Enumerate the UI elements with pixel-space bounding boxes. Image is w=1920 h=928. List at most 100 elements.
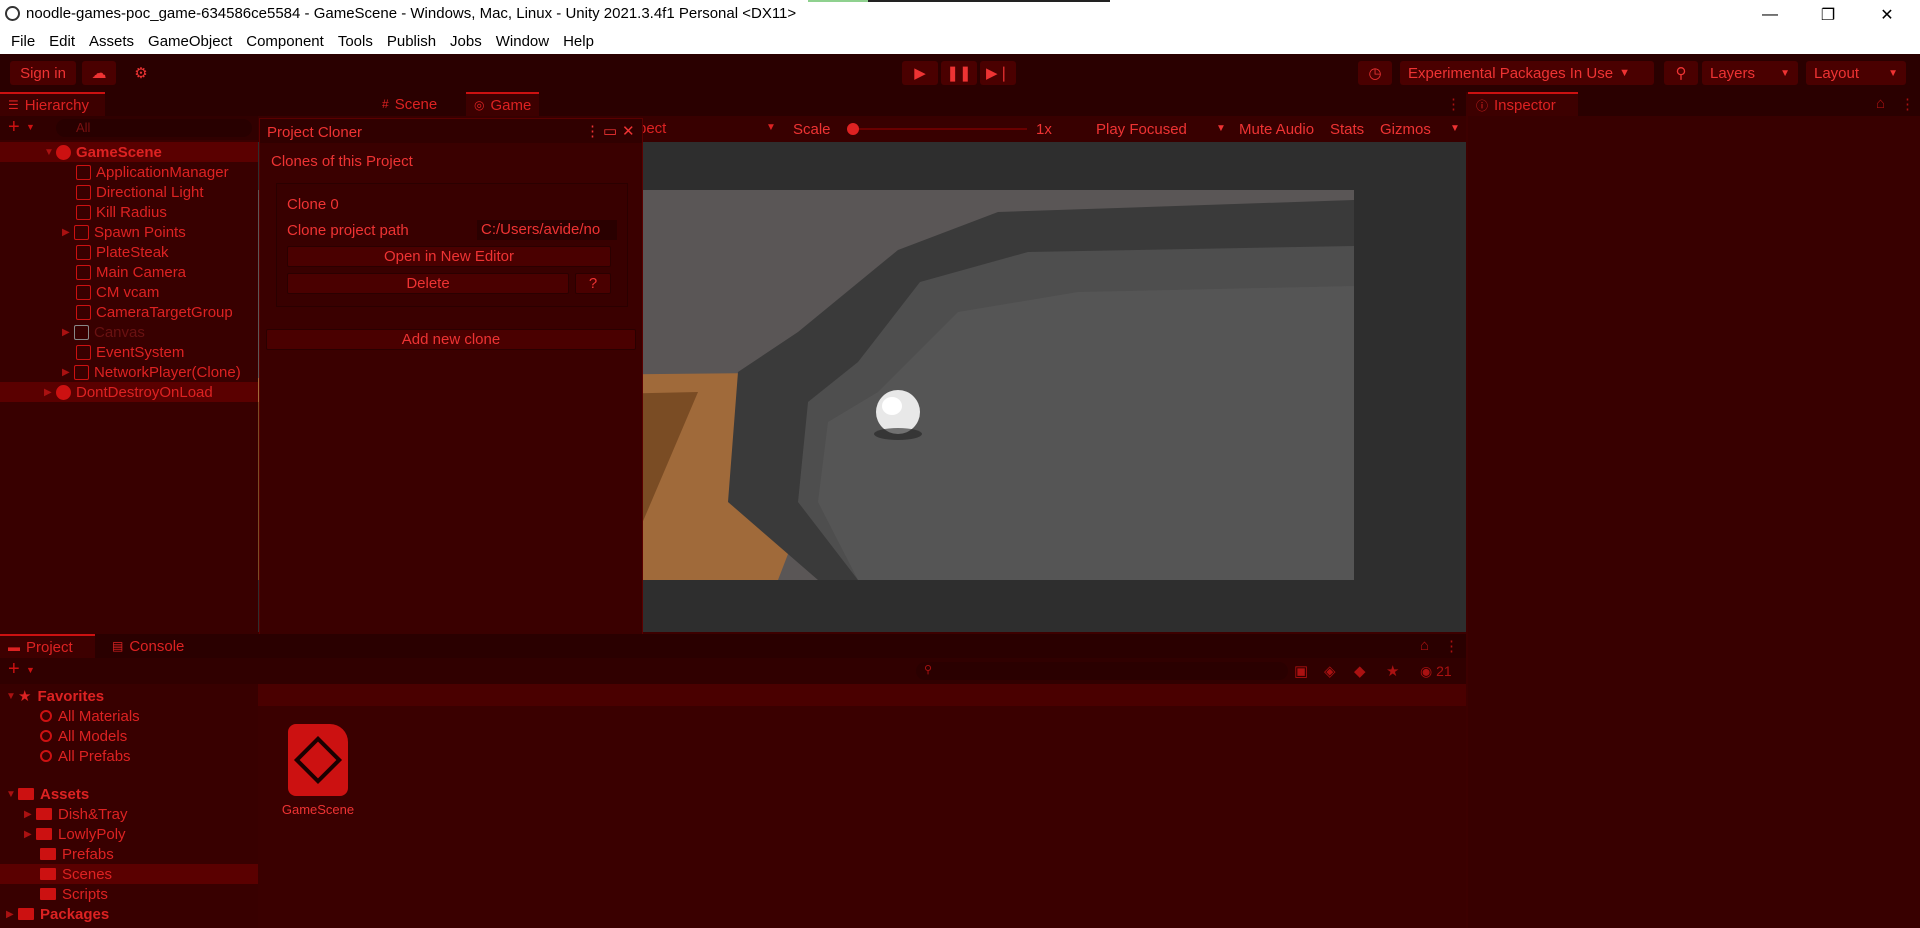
asset-tile-gamescene[interactable]: GameScene bbox=[280, 724, 356, 824]
menu-file[interactable]: File bbox=[4, 33, 42, 50]
tab-project[interactable]: ▬ Project bbox=[0, 634, 95, 658]
hierarchy-item[interactable]: EventSystem bbox=[0, 342, 184, 362]
add-icon[interactable]: + bbox=[8, 116, 20, 139]
pause-button[interactable]: ❚❚ bbox=[941, 61, 977, 85]
hierarchy-item[interactable]: PlateSteak bbox=[0, 242, 169, 262]
scale-slider[interactable] bbox=[847, 123, 1027, 135]
layout-dropdown[interactable]: Layout ▼ bbox=[1806, 61, 1906, 85]
expand-arrow-icon[interactable]: ▶ bbox=[24, 809, 36, 820]
hierarchy-item[interactable]: CM vcam bbox=[0, 282, 159, 302]
aspect-dropdown[interactable]: pect ▼ bbox=[638, 120, 778, 138]
expand-arrow-icon[interactable]: ▼ bbox=[6, 691, 18, 702]
expand-arrow-icon[interactable]: ▶ bbox=[24, 829, 36, 840]
hierarchy-item[interactable]: Kill Radius bbox=[0, 202, 167, 222]
asset-folder-item[interactable]: ▶ Dish&Tray bbox=[24, 804, 127, 824]
favorite-item[interactable]: All Prefabs bbox=[40, 746, 131, 766]
menu-window[interactable]: Window bbox=[489, 33, 556, 50]
sign-in-button[interactable]: Sign in bbox=[10, 61, 76, 85]
open-in-new-editor-button[interactable]: Open in New Editor bbox=[287, 246, 611, 267]
hierarchy-item[interactable]: Main Camera bbox=[0, 262, 186, 282]
add-icon[interactable]: + bbox=[8, 658, 20, 681]
favorite-item[interactable]: All Models bbox=[40, 726, 127, 746]
assets-item[interactable]: ▼ Assets bbox=[6, 784, 89, 804]
expand-arrow-icon[interactable]: ▶ bbox=[62, 327, 74, 338]
menu-component[interactable]: Component bbox=[239, 33, 331, 50]
close-window-button[interactable]: ✕ bbox=[1864, 0, 1910, 29]
tab-hierarchy[interactable]: ☰ Hierarchy bbox=[0, 92, 105, 116]
close-icon[interactable]: ✕ bbox=[622, 122, 635, 140]
expand-arrow-icon[interactable]: ▶ bbox=[44, 387, 56, 398]
slider-thumb[interactable] bbox=[847, 123, 859, 135]
more-options-icon[interactable]: ⋮ bbox=[1900, 95, 1915, 113]
clone-path-field[interactable]: C:/Users/avide/no bbox=[477, 220, 617, 240]
delete-clone-button[interactable]: Delete bbox=[287, 273, 569, 294]
hierarchy-item[interactable]: CameraTargetGroup bbox=[0, 302, 233, 322]
cloud-button[interactable]: ☁ bbox=[82, 61, 116, 85]
hierarchy-search-input[interactable]: All bbox=[56, 119, 252, 137]
stats-toggle[interactable]: Stats bbox=[1330, 121, 1364, 138]
expand-arrow-icon[interactable]: ▶ bbox=[62, 227, 74, 238]
filter-type-icon[interactable]: ▣ bbox=[1294, 662, 1308, 680]
maximize-button[interactable]: ❐ bbox=[1805, 0, 1851, 29]
star-icon[interactable]: ★ bbox=[1386, 662, 1399, 680]
project-search-input[interactable]: ⚲ bbox=[916, 662, 1288, 680]
packages-item[interactable]: ▶ Packages bbox=[6, 904, 109, 924]
lock-icon[interactable]: ⌂ bbox=[1876, 95, 1885, 112]
asset-folder-item[interactable]: Scripts bbox=[40, 884, 108, 904]
menu-publish[interactable]: Publish bbox=[380, 33, 443, 50]
filter-label-icon[interactable]: ◈ bbox=[1324, 662, 1336, 680]
hierarchy-panel: ☰ Hierarchy 🔒︎ ⋮ + ▼ All ▼ GameScene Appl… bbox=[0, 92, 355, 640]
project-cloner-titlebar[interactable]: Project Cloner ⋮ ▭ ✕ bbox=[260, 119, 642, 143]
menu-jobs[interactable]: Jobs bbox=[443, 33, 489, 50]
add-new-clone-button[interactable]: Add new clone bbox=[266, 329, 636, 350]
lock-icon[interactable]: ⌂ bbox=[1420, 637, 1429, 654]
gizmos-toggle[interactable]: Gizmos bbox=[1380, 121, 1431, 138]
experimental-packages-dropdown[interactable]: Experimental Packages In Use ▼ bbox=[1400, 61, 1654, 85]
hierarchy-item-label: CM vcam bbox=[96, 283, 160, 301]
help-button[interactable]: ? bbox=[575, 273, 611, 294]
mute-audio-toggle[interactable]: Mute Audio bbox=[1239, 121, 1314, 138]
chevron-down-icon[interactable]: ▼ bbox=[1450, 123, 1460, 134]
menu-gameobject[interactable]: GameObject bbox=[141, 33, 239, 50]
tab-scene[interactable]: # Scene bbox=[374, 92, 445, 116]
history-button[interactable]: ◷ bbox=[1358, 61, 1392, 85]
hidden-packages-toggle[interactable]: ◉ 21 bbox=[1420, 663, 1452, 680]
tag-icon[interactable]: ◆ bbox=[1354, 662, 1366, 680]
step-button[interactable]: ▶❘ bbox=[980, 61, 1016, 85]
layers-dropdown[interactable]: Layers ▼ bbox=[1702, 61, 1798, 85]
minimize-button[interactable]: — bbox=[1747, 0, 1793, 29]
menu-assets[interactable]: Assets bbox=[82, 33, 141, 50]
hierarchy-item[interactable]: ▶ NetworkPlayer(Clone) bbox=[0, 362, 241, 382]
expand-arrow-icon[interactable]: ▶ bbox=[62, 367, 74, 378]
search-button[interactable]: ⚲ bbox=[1664, 61, 1698, 85]
favorites-item[interactable]: ▼ ★ Favorites bbox=[6, 686, 104, 706]
hierarchy-item[interactable]: Directional Light bbox=[0, 182, 204, 202]
favorite-item[interactable]: All Materials bbox=[40, 706, 140, 726]
expand-arrow-icon[interactable]: ▶ bbox=[6, 909, 18, 920]
tab-game[interactable]: ◎ Game bbox=[466, 92, 540, 116]
hierarchy-item[interactable]: ▶ Spawn Points bbox=[0, 222, 186, 242]
more-options-icon[interactable]: ⋮ bbox=[1446, 95, 1461, 113]
chevron-down-icon[interactable]: ▼ bbox=[26, 122, 35, 132]
more-options-icon[interactable]: ⋮ bbox=[1444, 637, 1459, 655]
menu-tools[interactable]: Tools bbox=[331, 33, 380, 50]
asset-folder-item[interactable]: ▶ LowlyPoly bbox=[24, 824, 126, 844]
hierarchy-item-gamescene[interactable]: ▼ GameScene bbox=[0, 142, 258, 162]
menu-edit[interactable]: Edit bbox=[42, 33, 82, 50]
hierarchy-item-dontdestroyonload[interactable]: ▶ DontDestroyOnLoad bbox=[0, 382, 258, 402]
play-button[interactable]: ▶ bbox=[902, 61, 938, 85]
more-options-icon[interactable]: ⋮ bbox=[585, 122, 600, 140]
play-focused-dropdown[interactable]: Play Focused ▼ bbox=[1096, 121, 1226, 138]
expand-arrow-icon[interactable]: ▼ bbox=[6, 789, 18, 800]
menu-help[interactable]: Help bbox=[556, 33, 601, 50]
expand-arrow-icon[interactable]: ▼ bbox=[44, 147, 56, 158]
asset-folder-item[interactable]: Prefabs bbox=[40, 844, 114, 864]
hierarchy-item[interactable]: ApplicationManager bbox=[0, 162, 229, 182]
asset-folder-item-selected[interactable]: Scenes bbox=[0, 864, 258, 884]
tab-inspector[interactable]: ⓘ Inspector bbox=[1468, 92, 1578, 116]
maximize-icon[interactable]: ▭ bbox=[603, 122, 617, 140]
tab-console[interactable]: ▤ Console bbox=[104, 634, 192, 658]
collab-button[interactable]: ⚙ bbox=[124, 61, 158, 85]
hierarchy-item[interactable]: ▶ Canvas bbox=[0, 322, 145, 342]
chevron-down-icon[interactable]: ▼ bbox=[26, 665, 35, 675]
